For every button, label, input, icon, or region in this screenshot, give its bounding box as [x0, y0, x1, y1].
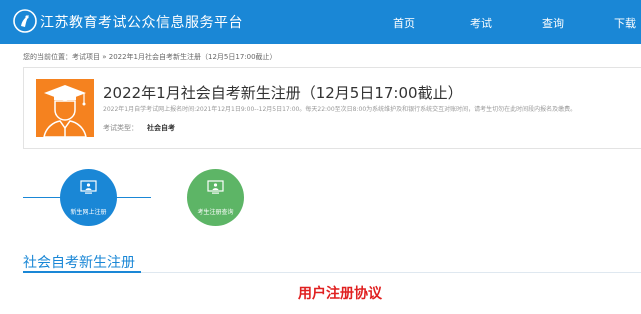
exam-info-card: 2022年1月社会自考新生注册（12月5日17:00截止） 2022年1月自学考…: [23, 67, 641, 149]
step-new-student-registration[interactable]: 新生网上注册: [60, 169, 117, 226]
graduate-avatar-icon: [36, 79, 94, 137]
exam-type-value: 社会自考: [147, 124, 175, 132]
breadcrumb-item-exam-projects[interactable]: 考试项目: [72, 53, 100, 61]
exam-title: 2022年1月社会自考新生注册（12月5日17:00截止）: [103, 84, 463, 102]
exam-type-label: 考试类型：: [103, 124, 138, 132]
section-divider-accent: [23, 271, 141, 273]
logo-icon: [13, 9, 37, 33]
nav-query[interactable]: 查询: [542, 15, 564, 31]
site-title[interactable]: 江苏教育考试公众信息服务平台: [40, 12, 243, 32]
step-label: 考生注册查询: [197, 209, 234, 216]
breadcrumb-separator: »: [100, 53, 109, 61]
exam-description: 2022年1月自学考试网上报名时间:2021年12月1日9:00--12月5日1…: [103, 106, 577, 113]
step-label: 新生网上注册: [70, 209, 107, 216]
nav-download[interactable]: 下载: [614, 15, 636, 31]
nav-home[interactable]: 首页: [393, 15, 415, 31]
nav-exam[interactable]: 考试: [470, 15, 492, 31]
breadcrumb-prefix: 您的当前位置：: [23, 53, 72, 61]
monitor-icon: [207, 180, 224, 194]
step-registration-query[interactable]: 考生注册查询: [187, 169, 244, 226]
breadcrumb-item-current: 2022年1月社会自考新生注册（12月5日17:00截止）: [108, 53, 277, 61]
breadcrumb: 您的当前位置：考试项目 » 2022年1月社会自考新生注册（12月5日17:00…: [23, 52, 277, 62]
monitor-icon: [80, 180, 97, 194]
agreement-title: 用户注册协议: [298, 286, 382, 302]
section-title: 社会自考新生注册: [23, 255, 135, 271]
top-header: 江苏教育考试公众信息服务平台 首页 考试 查询 下载: [0, 0, 641, 44]
